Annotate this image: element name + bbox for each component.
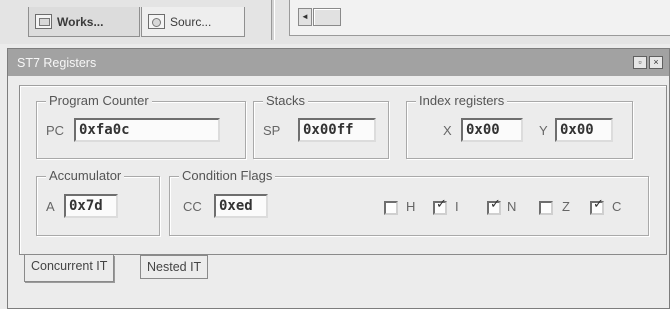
workspace-toolbar: Works... Sourc... ◄	[0, 0, 670, 44]
flag-z-checkbox[interactable]: ✓	[539, 201, 553, 215]
scroll-thumb[interactable]	[313, 8, 341, 26]
a-label: A	[46, 199, 55, 214]
tab-concurrent-it[interactable]: Concurrent IT	[24, 255, 115, 282]
accumulator-title: Accumulator	[46, 168, 125, 184]
stacks-group: Stacks SP 0x00ff	[253, 93, 389, 159]
pane-splitter[interactable]	[271, 0, 275, 40]
workspace-icon	[35, 14, 52, 29]
flag-i-checkbox[interactable]: ✓	[433, 197, 447, 215]
tab-nested-it-label: Nested IT	[147, 260, 202, 274]
tab-source[interactable]: Sourc...	[141, 7, 245, 37]
scroll-left-arrow-icon[interactable]: ◄	[298, 8, 312, 26]
registers-window: ST7 Registers ▫ × Program Counter PC 0xf…	[7, 48, 670, 309]
cc-label: CC	[183, 199, 202, 214]
x-label: X	[443, 123, 452, 138]
program-counter-title: Program Counter	[46, 93, 152, 109]
program-counter-group: Program Counter PC 0xfa0c	[36, 93, 246, 159]
condition-flags-title: Condition Flags	[179, 168, 276, 184]
y-label: Y	[539, 123, 548, 138]
tab-workspace-label: Works...	[57, 14, 104, 29]
sp-label: SP	[263, 123, 281, 138]
pc-field[interactable]: 0xfa0c	[74, 118, 220, 142]
source-icon	[148, 14, 165, 29]
index-registers-title: Index registers	[416, 93, 508, 109]
flag-c-label: C	[612, 199, 622, 214]
window-title: ST7 Registers	[17, 55, 97, 70]
flag-n-checkbox[interactable]: ✓	[487, 197, 501, 215]
stacks-title: Stacks	[263, 93, 309, 109]
flag-n-label: N	[507, 199, 517, 214]
tab-workspace[interactable]: Works...	[28, 7, 140, 37]
flag-h-checkbox[interactable]: ✓	[384, 201, 398, 215]
flag-c-checkbox[interactable]: ✓	[590, 197, 604, 215]
tab-source-label: Sourc...	[170, 14, 212, 29]
index-registers-group: Index registers X 0x00 Y 0x00	[406, 93, 633, 159]
flag-i-label: I	[455, 199, 459, 214]
condition-flags-group: Condition Flags CC 0xed ✓ H ✓ I ✓ N ✓ Z …	[169, 168, 649, 236]
tab-nested-it[interactable]: Nested IT	[140, 255, 209, 279]
sp-field[interactable]: 0x00ff	[298, 118, 376, 142]
pc-label: PC	[46, 123, 65, 138]
a-field[interactable]: 0x7d	[64, 194, 118, 218]
x-field[interactable]: 0x00	[461, 118, 523, 142]
window-title-bar: ST7 Registers	[8, 49, 669, 76]
restore-icon[interactable]: ▫	[633, 56, 647, 69]
accumulator-group: Accumulator A 0x7d	[36, 168, 160, 236]
tab-concurrent-it-label: Concurrent IT	[31, 259, 108, 273]
flag-h-label: H	[406, 199, 416, 214]
flag-z-label: Z	[562, 199, 570, 214]
registers-panel: Program Counter PC 0xfa0c Stacks SP 0x00…	[19, 85, 667, 255]
horizontal-scrollbar[interactable]	[289, 0, 670, 36]
cc-field[interactable]: 0xed	[214, 194, 268, 218]
close-icon[interactable]: ×	[649, 56, 663, 69]
y-field[interactable]: 0x00	[555, 118, 613, 142]
